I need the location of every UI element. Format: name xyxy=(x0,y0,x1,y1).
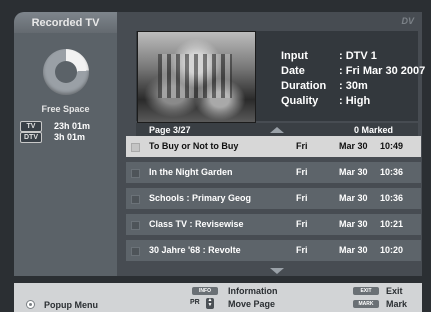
recording-date: Mar 30 xyxy=(339,141,368,151)
info-key: Duration xyxy=(281,80,327,92)
recording-date: Mar 30 xyxy=(339,167,368,177)
space-row-dtv: DTV 3h 01m xyxy=(20,131,115,143)
recording-time: 10:49 xyxy=(380,141,404,151)
free-space-pie-icon xyxy=(43,49,89,95)
info-quality: Quality : High xyxy=(281,95,431,107)
recording-row[interactable]: 30 Jahre '68 : Revolte Fri Mar 30 10:20 xyxy=(126,240,421,261)
recording-date: Mar 30 xyxy=(339,219,368,229)
recording-row[interactable]: To Buy or Not to Buy Fri Mar 30 10:49 xyxy=(126,136,421,157)
page-indicator: Page 3/27 xyxy=(149,125,191,135)
dtv-badge: DTV xyxy=(20,131,42,143)
recording-list-panel: DV Input : DTV 1 Date : Fri Mar 30 2007 … xyxy=(117,12,425,276)
popup-menu-icon[interactable] xyxy=(26,300,35,309)
recorded-tv-screen: Recorded TV Free Space TV 23h 01m DTV 3h… xyxy=(0,0,431,312)
mark-checkbox[interactable] xyxy=(131,143,140,152)
info-key: Input xyxy=(281,50,308,62)
recording-info-box: Input : DTV 1 Date : Fri Mar 30 2007 Dur… xyxy=(136,31,425,123)
page-up-down-icon[interactable]: ▲ ▼ xyxy=(206,298,214,309)
recording-day: Fri xyxy=(296,141,308,151)
recording-row[interactable]: Class TV : Revisewise Fri Mar 30 10:21 xyxy=(126,214,421,235)
mark-checkbox[interactable] xyxy=(131,221,140,230)
marked-count: 0 Marked xyxy=(353,125,393,135)
info-input: Input : DTV 1 xyxy=(281,50,431,62)
information-label: Information xyxy=(228,286,278,296)
recorded-tv-tab[interactable]: Recorded TV xyxy=(14,12,117,33)
mark-checkbox[interactable] xyxy=(131,169,140,178)
storage-panel: Free Space TV 23h 01m DTV 3h 01m xyxy=(14,33,117,276)
info-duration: Duration : 30m xyxy=(281,80,431,92)
recording-time: 10:20 xyxy=(380,245,404,255)
info-value: : 30m xyxy=(339,80,368,92)
recording-row[interactable]: Schools : Primary Geog Fri Mar 30 10:36 xyxy=(126,188,421,209)
recording-date: Mar 30 xyxy=(339,245,368,255)
info-value: : Fri Mar 30 2007 xyxy=(339,65,426,77)
mark-label: Mark xyxy=(386,299,408,309)
recording-title: In the Night Garden xyxy=(149,167,233,177)
recording-date: Mar 30 xyxy=(339,193,368,203)
recording-day: Fri xyxy=(296,193,308,203)
info-value: : DTV 1 xyxy=(339,50,377,62)
info-value: : High xyxy=(339,95,371,107)
dtv-space-value: 3h 01m xyxy=(54,132,86,142)
info-key: Date xyxy=(281,65,305,77)
preview-thumbnail xyxy=(137,31,256,123)
info-date: Date : Fri Mar 30 2007 xyxy=(281,65,431,77)
move-page-label: Move Page xyxy=(228,299,276,309)
popup-menu-label: Popup Menu xyxy=(44,300,98,310)
space-row-tv: TV 23h 01m xyxy=(20,120,115,132)
info-key: Quality xyxy=(281,95,319,107)
info-key-icon[interactable]: INFO xyxy=(192,287,218,295)
recording-time: 10:36 xyxy=(380,167,404,177)
help-bar: Popup Menu INFO Information PR ▲ ▼ Move P… xyxy=(14,283,422,312)
recording-title: 30 Jahre '68 : Revolte xyxy=(149,245,241,255)
free-space-label: Free Space xyxy=(41,104,90,114)
preview-image xyxy=(158,54,232,98)
tv-space-value: 23h 01m xyxy=(54,121,91,131)
recording-title: Schools : Primary Geog xyxy=(149,193,252,203)
recording-row[interactable]: In the Night Garden Fri Mar 30 10:36 xyxy=(126,162,421,183)
exit-key-icon[interactable]: EXIT xyxy=(353,287,379,295)
exit-label: Exit xyxy=(386,286,403,296)
brand-logo: DV xyxy=(401,16,414,26)
pr-key-label: PR xyxy=(190,299,200,306)
mark-checkbox[interactable] xyxy=(131,195,140,204)
tv-badge: TV xyxy=(20,120,42,132)
recording-day: Fri xyxy=(296,167,308,177)
recording-day: Fri xyxy=(296,219,308,229)
scroll-up-arrow-icon[interactable] xyxy=(270,127,284,133)
recording-day: Fri xyxy=(296,245,308,255)
recording-time: 10:21 xyxy=(380,219,404,229)
recording-title: Class TV : Revisewise xyxy=(149,219,244,229)
scroll-down-arrow-icon[interactable] xyxy=(270,268,284,274)
recording-time: 10:36 xyxy=(380,193,404,203)
recording-title: To Buy or Not to Buy xyxy=(149,141,239,151)
mark-key-icon[interactable]: MARK xyxy=(353,300,379,308)
mark-checkbox[interactable] xyxy=(131,247,140,256)
